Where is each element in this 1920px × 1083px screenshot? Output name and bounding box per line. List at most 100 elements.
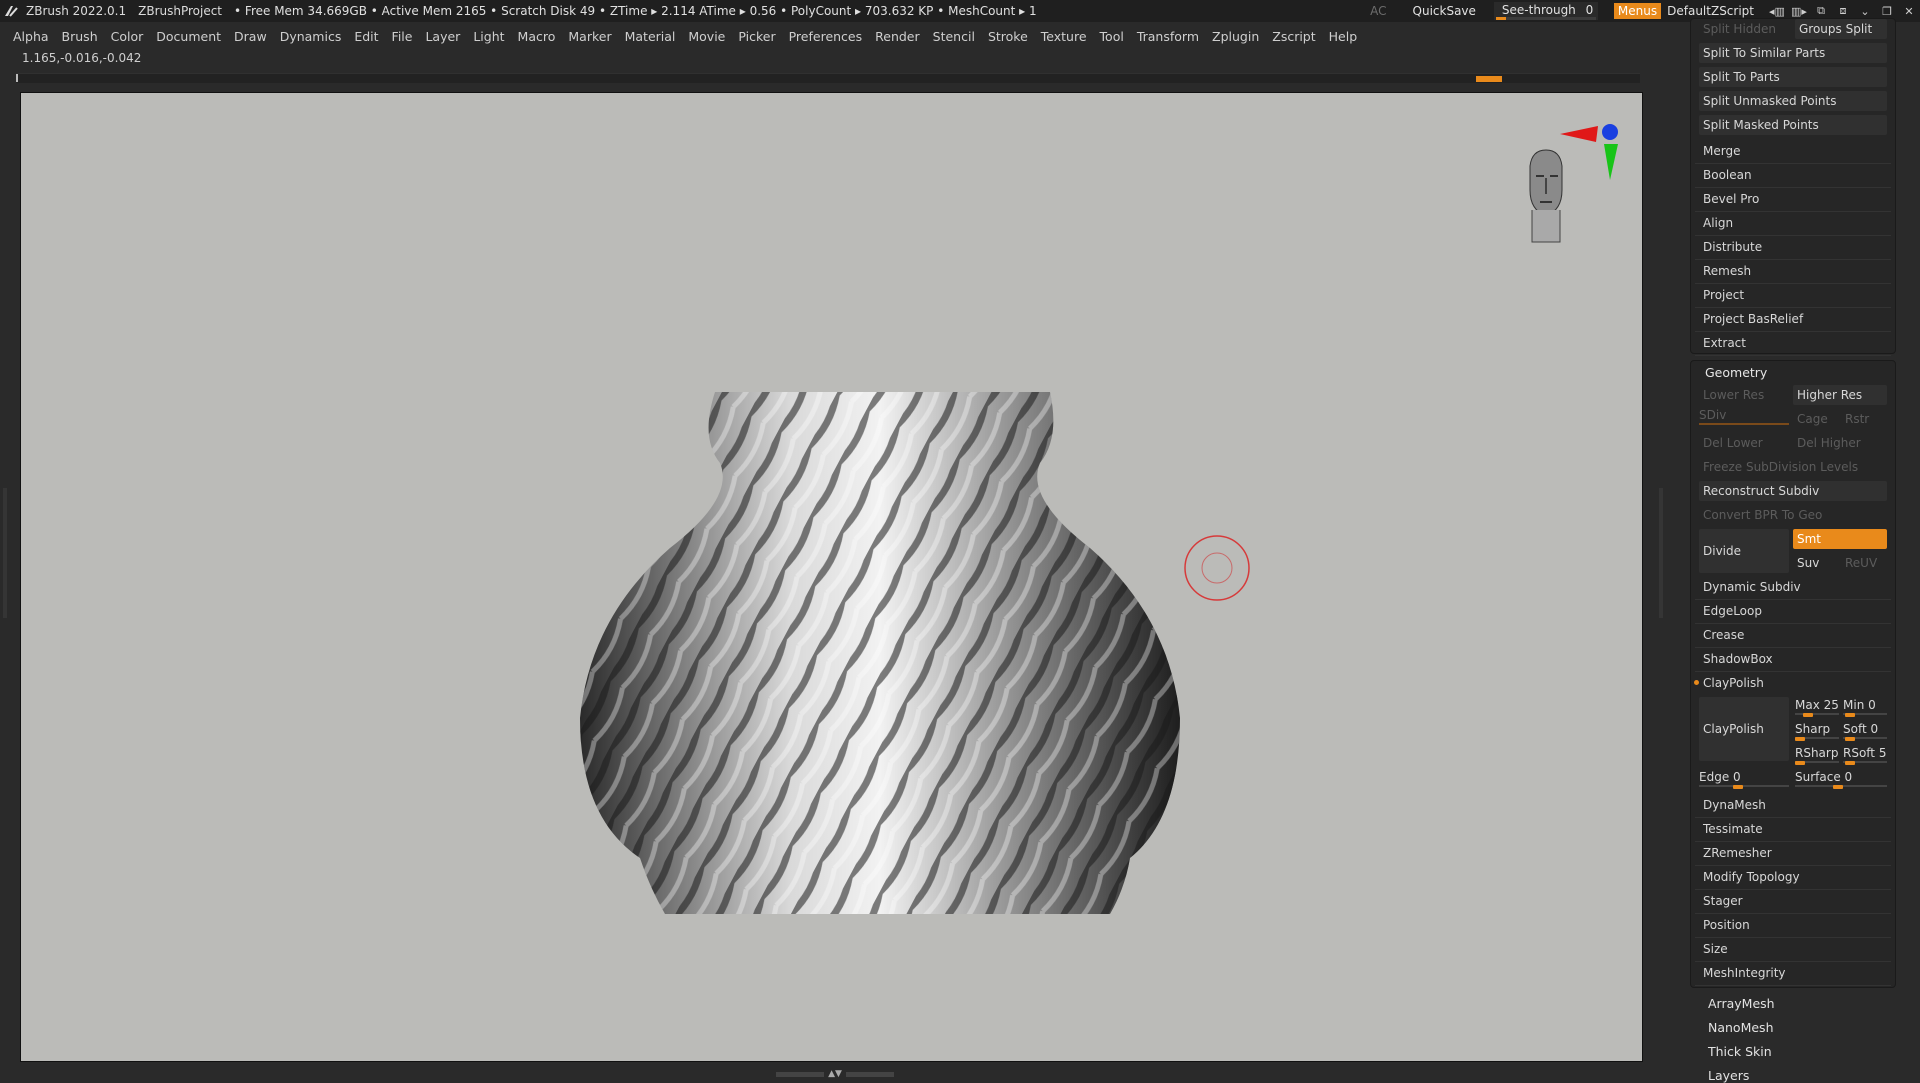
lower-res-button[interactable]: Lower Res [1699, 385, 1789, 405]
menu-color[interactable]: Color [111, 29, 144, 44]
groups-split-button[interactable]: Groups Split [1795, 19, 1887, 39]
del-lower-button[interactable]: Del Lower [1699, 433, 1789, 453]
claypolish-button[interactable]: ClayPolish [1699, 697, 1789, 761]
axis-gizmo-icon[interactable] [1558, 118, 1626, 190]
default-zscript-button[interactable]: DefaultZScript [1667, 4, 1754, 18]
geometry-header[interactable]: Geometry [1705, 365, 1767, 380]
subtool-item-boolean[interactable]: Boolean [1699, 165, 1887, 185]
freeze-subdiv-button[interactable]: Freeze SubDivision Levels [1699, 457, 1887, 477]
geometry-item-stager[interactable]: Stager [1699, 891, 1887, 911]
menu-render[interactable]: Render [875, 29, 920, 44]
menu-zscript[interactable]: Zscript [1272, 29, 1315, 44]
menu-draw[interactable]: Draw [234, 29, 267, 44]
menu-help[interactable]: Help [1329, 29, 1358, 44]
menu-layer[interactable]: Layer [425, 29, 460, 44]
reuv-toggle[interactable]: ReUV [1841, 553, 1887, 573]
subtool-item-project-basrelief[interactable]: Project BasRelief [1699, 309, 1887, 329]
subtool-item-project[interactable]: Project [1699, 285, 1887, 305]
crease-item[interactable]: Crease [1699, 625, 1887, 645]
right-tray-handle[interactable] [1656, 488, 1666, 618]
reconstruct-subdiv-button[interactable]: Reconstruct Subdiv [1699, 481, 1887, 501]
geometry-item-tessimate[interactable]: Tessimate [1699, 819, 1887, 839]
geometry-item-size[interactable]: Size [1699, 939, 1887, 959]
left-tray-handle[interactable] [0, 488, 10, 618]
split-to-parts-button[interactable]: Split To Parts [1699, 67, 1887, 87]
sharp-slider[interactable]: Sharp [1795, 721, 1839, 741]
close-icon[interactable]: ✕ [1898, 0, 1920, 22]
subtool-item-distribute[interactable]: Distribute [1699, 237, 1887, 257]
suv-toggle[interactable]: Suv [1793, 553, 1837, 573]
menu-stencil[interactable]: Stencil [933, 29, 975, 44]
menu-movie[interactable]: Movie [688, 29, 725, 44]
shadowbox-item[interactable]: ShadowBox [1699, 649, 1887, 669]
tool-palette: Split Hidden Groups Split Split To Simil… [1690, 18, 1896, 1083]
convert-bpr-button[interactable]: Convert BPR To Geo [1699, 505, 1887, 525]
split-masked-button[interactable]: Split Masked Points [1699, 115, 1887, 135]
subtool-item-align[interactable]: Align [1699, 213, 1887, 233]
split-hidden-button[interactable]: Split Hidden [1699, 19, 1789, 39]
menu-transform[interactable]: Transform [1137, 29, 1199, 44]
min-slider[interactable]: Min 0 [1843, 697, 1887, 717]
rstr-button[interactable]: Rstr [1841, 409, 1887, 429]
menu-light[interactable]: Light [473, 29, 504, 44]
menu-zplugin[interactable]: Zplugin [1212, 29, 1259, 44]
menu-file[interactable]: File [392, 29, 413, 44]
cage-button[interactable]: Cage [1793, 409, 1837, 429]
title-bar: ZBrush 2022.0.1 ZBrushProject • Free Mem… [0, 0, 1920, 22]
max-slider[interactable]: Max 25 [1795, 697, 1839, 717]
smt-toggle[interactable]: Smt [1793, 529, 1887, 549]
bottom-tray-handle[interactable]: ▲▼ [770, 1069, 900, 1079]
palette-layers[interactable]: Layers [1708, 1068, 1749, 1083]
menu-preferences[interactable]: Preferences [789, 29, 863, 44]
timeline-marker[interactable] [1476, 76, 1502, 82]
menu-material[interactable]: Material [625, 29, 676, 44]
menu-marker[interactable]: Marker [568, 29, 611, 44]
subtool-item-extract[interactable]: Extract [1699, 333, 1887, 353]
menu-dynamics[interactable]: Dynamics [280, 29, 342, 44]
claypolish-header[interactable]: ClayPolish [1699, 673, 1887, 693]
rsoft-slider[interactable]: RSoft 5 [1843, 745, 1887, 765]
menu-alpha[interactable]: Alpha [13, 29, 49, 44]
divide-button[interactable]: Divide [1699, 529, 1789, 573]
see-through-value: 0 [1585, 3, 1594, 17]
menu-stroke[interactable]: Stroke [988, 29, 1028, 44]
menu-texture[interactable]: Texture [1041, 29, 1087, 44]
edgeloop-item[interactable]: EdgeLoop [1699, 601, 1887, 621]
split-unmasked-button[interactable]: Split Unmasked Points [1699, 91, 1887, 111]
soft-slider[interactable]: Soft 0 [1843, 721, 1887, 741]
subtool-item-bevel-pro[interactable]: Bevel Pro [1699, 189, 1887, 209]
geometry-item-zremesher[interactable]: ZRemesher [1699, 843, 1887, 863]
del-higher-button[interactable]: Del Higher [1793, 433, 1887, 453]
surface-slider[interactable]: Surface 0 [1795, 769, 1887, 789]
menu-brush[interactable]: Brush [62, 29, 98, 44]
palette-nanomesh[interactable]: NanoMesh [1708, 1020, 1774, 1035]
split-similar-parts-button[interactable]: Split To Similar Parts [1699, 43, 1887, 63]
cursor-coordinates: 1.165,-0.016,-0.042 [22, 51, 142, 65]
edge-slider[interactable]: Edge 0 [1699, 769, 1789, 789]
menu-document[interactable]: Document [156, 29, 221, 44]
see-through-slider[interactable]: See-through 0 [1493, 2, 1598, 20]
timeline-strip[interactable] [16, 73, 1640, 83]
menu-macro[interactable]: Macro [518, 29, 556, 44]
geometry-item-position[interactable]: Position [1699, 915, 1887, 935]
subtool-item-remesh[interactable]: Remesh [1699, 261, 1887, 281]
ac-button[interactable]: AC [1370, 4, 1386, 18]
quicksave-button[interactable]: QuickSave [1413, 4, 1476, 18]
sdiv-slider[interactable]: SDiv [1699, 407, 1789, 427]
menu-tool[interactable]: Tool [1100, 29, 1124, 44]
menu-edit[interactable]: Edit [354, 29, 378, 44]
rsharp-slider[interactable]: RSharp [1795, 745, 1839, 765]
palette-thick-skin[interactable]: Thick Skin [1708, 1044, 1772, 1059]
higher-res-button[interactable]: Higher Res [1793, 385, 1887, 405]
geometry-item-dynamesh[interactable]: DynaMesh [1699, 795, 1887, 815]
geometry-item-modify-topology[interactable]: Modify Topology [1699, 867, 1887, 887]
menu-picker[interactable]: Picker [738, 29, 775, 44]
geometry-panel: Geometry Lower Res Higher Res SDiv Cage … [1690, 360, 1896, 988]
app-title: ZBrush 2022.0.1 [26, 4, 127, 18]
menus-toggle-button[interactable]: Menus [1613, 3, 1662, 19]
dynamic-subdiv-item[interactable]: Dynamic Subdiv [1699, 577, 1887, 597]
vase-mesh[interactable] [570, 388, 1190, 918]
palette-arraymesh[interactable]: ArrayMesh [1708, 996, 1775, 1011]
subtool-item-merge[interactable]: Merge [1699, 141, 1887, 161]
geometry-item-meshintegrity[interactable]: MeshIntegrity [1699, 963, 1887, 983]
